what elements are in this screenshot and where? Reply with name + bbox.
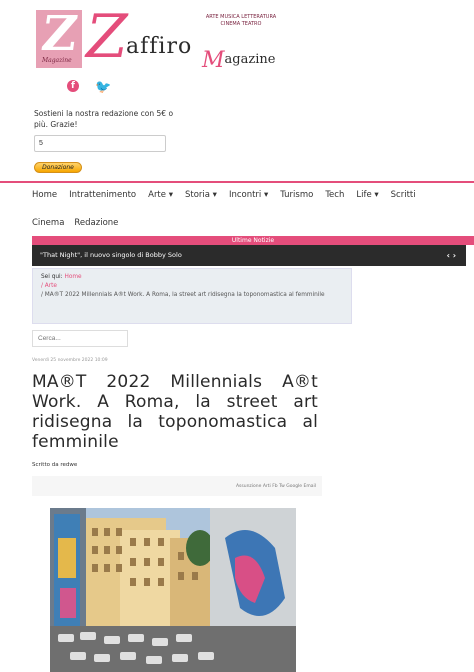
logo-badge-caption: Magazine (42, 57, 72, 64)
logo-magazine: Magazine (202, 44, 276, 73)
breadcrumb-section[interactable]: / Arte (41, 282, 343, 291)
search-input[interactable] (32, 330, 128, 347)
ticker-heading: Ultime Notizie (32, 236, 474, 245)
facebook-icon[interactable]: f (67, 80, 79, 92)
breadcrumb-home[interactable]: Home (64, 274, 81, 280)
share-links[interactable]: Assunzione Arti Fb Tw Google Email (236, 484, 316, 489)
nav-item-tech[interactable]: Tech (325, 190, 344, 200)
ticker-headline[interactable]: "That Night", il nuovo singolo di Bobby … (40, 251, 182, 259)
street-art-photo (50, 508, 296, 672)
nav-item-intrattenimento[interactable]: Intrattenimento (69, 190, 136, 200)
share-bar: Assunzione Arti Fb Tw Google Email (32, 476, 322, 496)
breadcrumb-label: Sei qui: (41, 274, 63, 280)
article-title: MA®T 2022 Millennials A®t Work. A Roma, … (32, 372, 318, 452)
nav-item-arte[interactable]: Arte ▾ (148, 190, 173, 200)
logo-badge: Z Magazine (36, 6, 82, 68)
nav-item-redazione[interactable]: Redazione (74, 218, 118, 228)
donate-button[interactable]: Donazione (34, 162, 82, 173)
donation-amount-input[interactable] (34, 135, 166, 152)
ticker-nav-arrows[interactable]: ‹ › (447, 245, 456, 266)
nav-item-life[interactable]: Life ▾ (356, 190, 378, 200)
site-logo[interactable]: Z Magazine Z affiro Magazine Arte Musica… (36, 2, 286, 73)
logo-mag-rest: agazine (224, 52, 276, 67)
nav-item-incontri[interactable]: Incontri ▾ (229, 190, 268, 200)
logo-tagline: Arte Musica Letteratura Cinema Teatro (205, 14, 277, 27)
main-nav-row2: Cinema Redazione (32, 218, 118, 228)
main-nav: Home Intrattenimento Arte ▾ Storia ▾ Inc… (32, 190, 472, 200)
news-ticker: "That Night", il nuovo singolo di Bobby … (32, 245, 466, 266)
nav-item-cinema[interactable]: Cinema (32, 218, 64, 228)
nav-item-turismo[interactable]: Turismo (280, 190, 313, 200)
nav-item-home[interactable]: Home (32, 190, 57, 200)
logo-word-text: affiro (126, 34, 193, 59)
header-divider (0, 181, 474, 183)
nav-item-storia[interactable]: Storia ▾ (185, 190, 217, 200)
article-image (50, 508, 296, 672)
logo-letter-z: Z (86, 2, 128, 72)
article-author: Scritto da redwe (32, 462, 78, 468)
breadcrumb-current: / MA®T 2022 Millennials A®t Work. A Roma… (41, 292, 325, 298)
twitter-icon[interactable]: 🐦 (95, 80, 111, 95)
breadcrumb: Sei qui: Home / Arte / MA®T 2022 Millenn… (32, 268, 352, 324)
social-links: f 🐦 (67, 80, 111, 95)
donation-text: Sostieni la nostra redazione con 5€ o pi… (34, 109, 174, 129)
logo-mag-initial: M (202, 48, 225, 73)
logo-badge-letter: Z (38, 6, 81, 62)
article-date: Venerdì 25 novembre 2022 10:09 (32, 358, 108, 363)
nav-item-scritti[interactable]: Scritti (391, 190, 416, 200)
logo-word: affiro (126, 34, 192, 59)
